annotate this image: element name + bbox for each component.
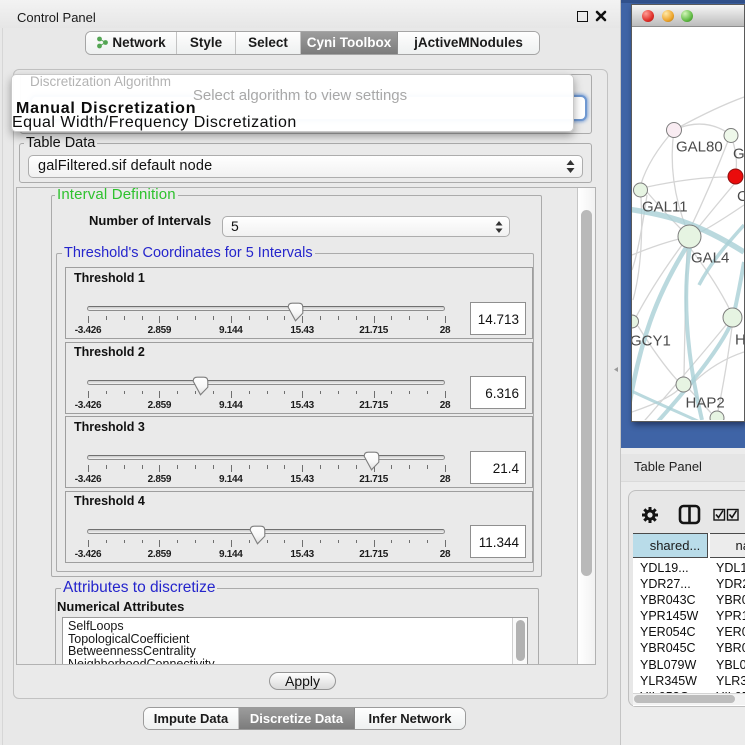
svg-text:GAL11: GAL11 — [642, 199, 688, 216]
svg-text:HIS4: HIS4 — [735, 332, 744, 349]
svg-text:CYC8: CYC8 — [737, 188, 744, 205]
svg-text:GCY1: GCY1 — [632, 333, 671, 350]
svg-text:GAL4: GAL4 — [691, 250, 729, 267]
svg-text:GAL7: GAL7 — [733, 146, 744, 163]
svg-text:HAP2: HAP2 — [686, 395, 725, 412]
svg-text:GAL80: GAL80 — [676, 139, 723, 156]
